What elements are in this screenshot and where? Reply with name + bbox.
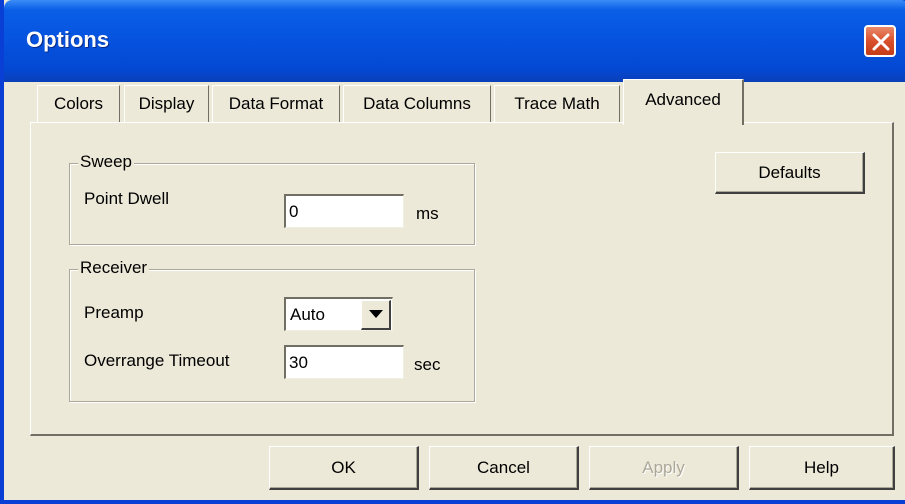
point-dwell-unit: ms — [416, 204, 439, 223]
ok-button[interactable]: OK — [269, 446, 419, 490]
cancel-button[interactable]: Cancel — [429, 446, 579, 490]
overrange-timeout-unit: sec — [414, 355, 441, 374]
help-button[interactable]: Help — [749, 446, 895, 490]
tab-advanced[interactable]: Advanced — [623, 79, 744, 125]
title-bar[interactable]: Options — [4, 0, 905, 82]
point-dwell-input[interactable]: 0 — [284, 194, 404, 228]
point-dwell-label: Point Dwell — [84, 189, 170, 208]
tab-colors[interactable]: Colors — [37, 85, 120, 123]
overrange-timeout-input[interactable]: 30 — [284, 345, 404, 379]
defaults-button[interactable]: Defaults — [715, 152, 865, 194]
preamp-selected-value: Auto — [290, 305, 325, 324]
sweep-group: Sweep Point Dwell 0 ms — [69, 152, 475, 245]
sweep-group-title: Sweep — [78, 152, 134, 172]
receiver-group: Receiver Preamp Auto Overrange Timeout 3… — [69, 258, 475, 402]
close-icon — [872, 33, 890, 51]
close-button[interactable] — [864, 25, 896, 57]
tab-data-format[interactable]: Data Format — [212, 85, 340, 123]
tab-trace-math[interactable]: Trace Math — [494, 85, 620, 123]
preamp-select[interactable]: Auto — [284, 297, 393, 331]
advanced-tab-panel: Sweep Point Dwell 0 ms Receiver Preamp A… — [30, 122, 894, 436]
dialog-title: Options — [26, 27, 110, 52]
preamp-label: Preamp — [84, 303, 144, 322]
overrange-timeout-label: Overrange Timeout — [84, 351, 230, 370]
apply-button[interactable]: Apply — [589, 446, 739, 490]
tab-data-columns[interactable]: Data Columns — [343, 85, 491, 123]
tab-display[interactable]: Display — [124, 85, 209, 123]
receiver-group-title: Receiver — [78, 258, 150, 278]
chevron-down-icon — [369, 310, 383, 318]
options-dialog: Options Colors Display Data Format Data … — [0, 0, 905, 504]
preamp-dropdown-button[interactable] — [361, 300, 391, 330]
